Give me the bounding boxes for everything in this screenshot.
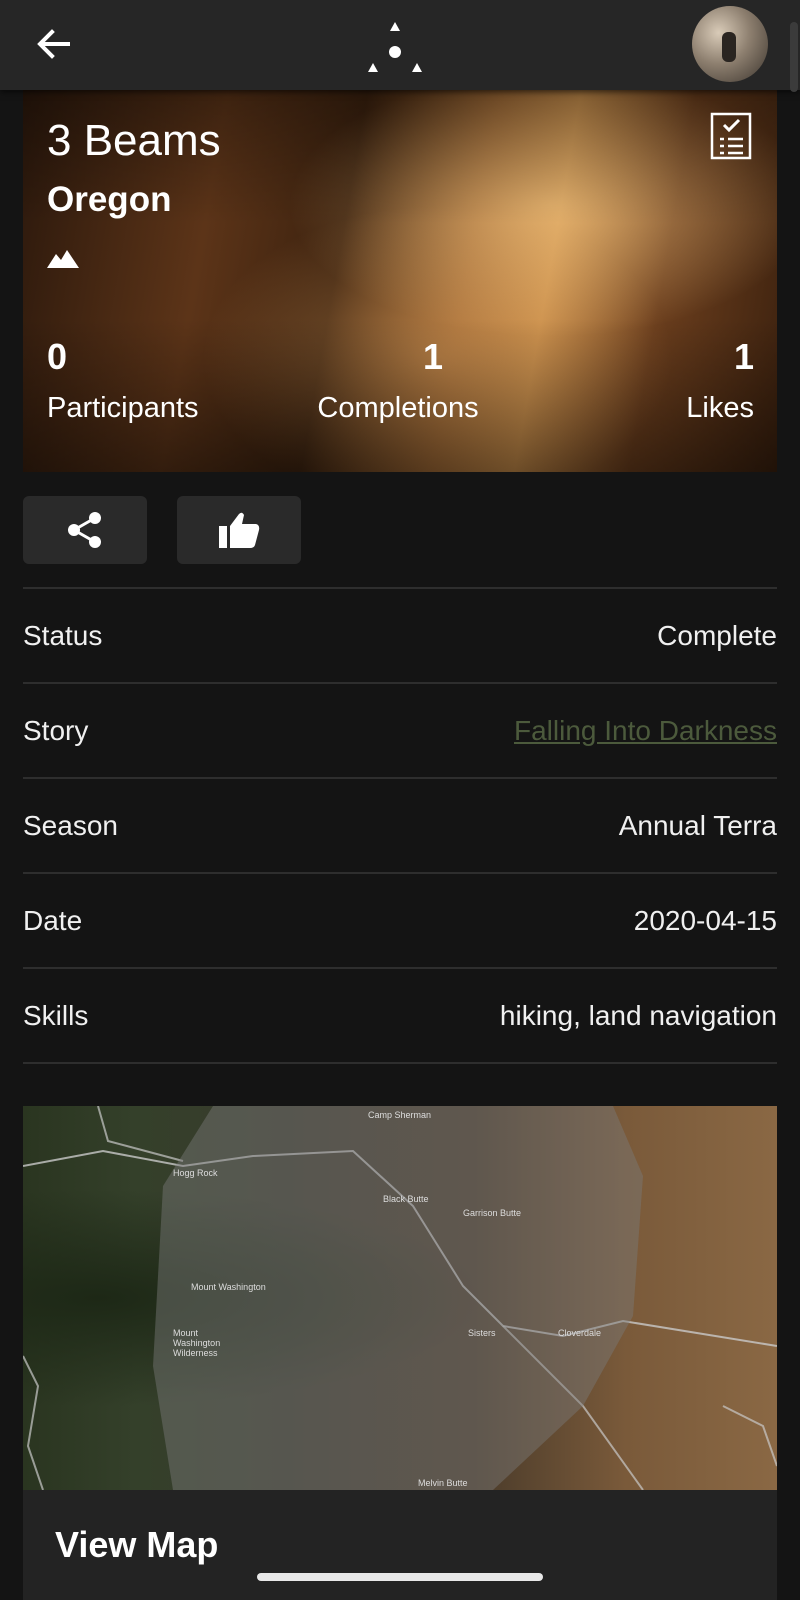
challenge-hero-card: 3 Beams Oregon 0 Participants 1 Completi…: [23, 90, 777, 472]
detail-row-skills: Skills hiking, land navigation: [23, 967, 777, 1064]
likes-label: Likes: [686, 392, 754, 424]
stat-likes: 1 Likes: [686, 336, 754, 425]
app-logo[interactable]: [365, 20, 425, 74]
checklist-icon: [710, 112, 752, 160]
detail-label: Status: [23, 619, 103, 651]
completions-label: Completions: [317, 392, 479, 424]
home-indicator[interactable]: [257, 1573, 543, 1581]
checklist-button[interactable]: [710, 112, 752, 160]
stat-completions: 1 Completions: [313, 336, 483, 425]
detail-value: Annual Terra: [618, 809, 777, 841]
user-avatar[interactable]: [692, 6, 768, 82]
challenge-location: Oregon: [47, 180, 172, 219]
likes-count: 1: [733, 336, 754, 377]
completions-count: 1: [422, 336, 444, 377]
detail-value: Complete: [657, 619, 777, 651]
share-icon: [68, 512, 101, 548]
map-preview[interactable]: Camp Sherman Hogg Rock Black Butte Garri…: [23, 1106, 777, 1490]
view-map-button[interactable]: View Map: [55, 1524, 218, 1566]
detail-row-season: Season Annual Terra: [23, 777, 777, 872]
arrow-left-icon: [37, 29, 70, 59]
thumbs-up-icon: [219, 512, 260, 548]
share-button[interactable]: [23, 496, 147, 564]
app-bar: [0, 0, 800, 92]
stat-participants: 0 Participants: [47, 336, 199, 425]
detail-row-date: Date 2020-04-15: [23, 872, 777, 967]
map-place-label: Garrison Butte: [463, 1208, 522, 1218]
mountain-icon: [47, 250, 79, 268]
map-place-label: Melvin Butte: [418, 1478, 468, 1488]
scrollbar[interactable]: [790, 22, 798, 92]
map-overlay: [23, 1106, 777, 1490]
three-peaks-dots-logo: [368, 22, 422, 72]
like-button[interactable]: [177, 496, 301, 564]
participants-label: Participants: [47, 392, 199, 424]
challenge-details: Status Complete Story Falling Into Darkn…: [23, 587, 777, 1064]
map-place-label: Mount Washington: [191, 1282, 266, 1292]
back-button[interactable]: [34, 24, 74, 64]
map-place-label: Hogg Rock: [173, 1168, 218, 1178]
detail-label: Date: [23, 904, 83, 936]
detail-row-story: Story Falling Into Darkness: [23, 682, 777, 777]
detail-label: Story: [23, 714, 89, 746]
map-place-label: Black Butte: [383, 1194, 429, 1204]
map-card[interactable]: Camp Sherman Hogg Rock Black Butte Garri…: [23, 1106, 777, 1600]
map-place-label: Cloverdale: [558, 1328, 602, 1338]
detail-label: Season: [23, 809, 118, 841]
participants-count: 0: [47, 336, 68, 377]
story-link[interactable]: Falling Into Darkness: [514, 715, 777, 747]
detail-value: 2020-04-15: [633, 904, 777, 936]
detail-value: hiking, land navigation: [499, 999, 777, 1031]
detail-label: Skills: [23, 999, 89, 1031]
map-place-label: Mount Washington Wilderness: [173, 1328, 221, 1358]
map-place-label: Camp Sherman: [368, 1110, 432, 1120]
detail-row-status: Status Complete: [23, 587, 777, 682]
map-place-label: Sisters: [468, 1328, 496, 1338]
challenge-title: 3 Beams: [47, 116, 221, 165]
